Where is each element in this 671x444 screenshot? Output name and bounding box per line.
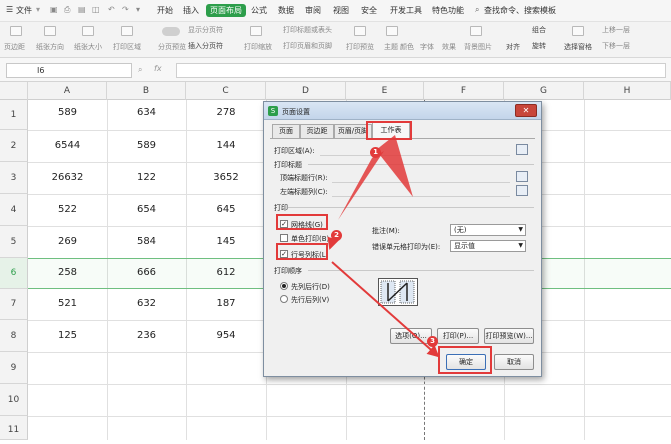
step-badge-3: 3 bbox=[427, 336, 438, 347]
arrow-to-ok-button bbox=[331, 261, 440, 358]
annotation-arrows bbox=[327, 135, 440, 358]
arrow-to-gridlines bbox=[338, 151, 384, 220]
step-badge-1: 1 bbox=[370, 147, 381, 158]
step-badge-2: 2 bbox=[331, 230, 342, 241]
arrow-to-sheet-tab bbox=[376, 135, 413, 197]
